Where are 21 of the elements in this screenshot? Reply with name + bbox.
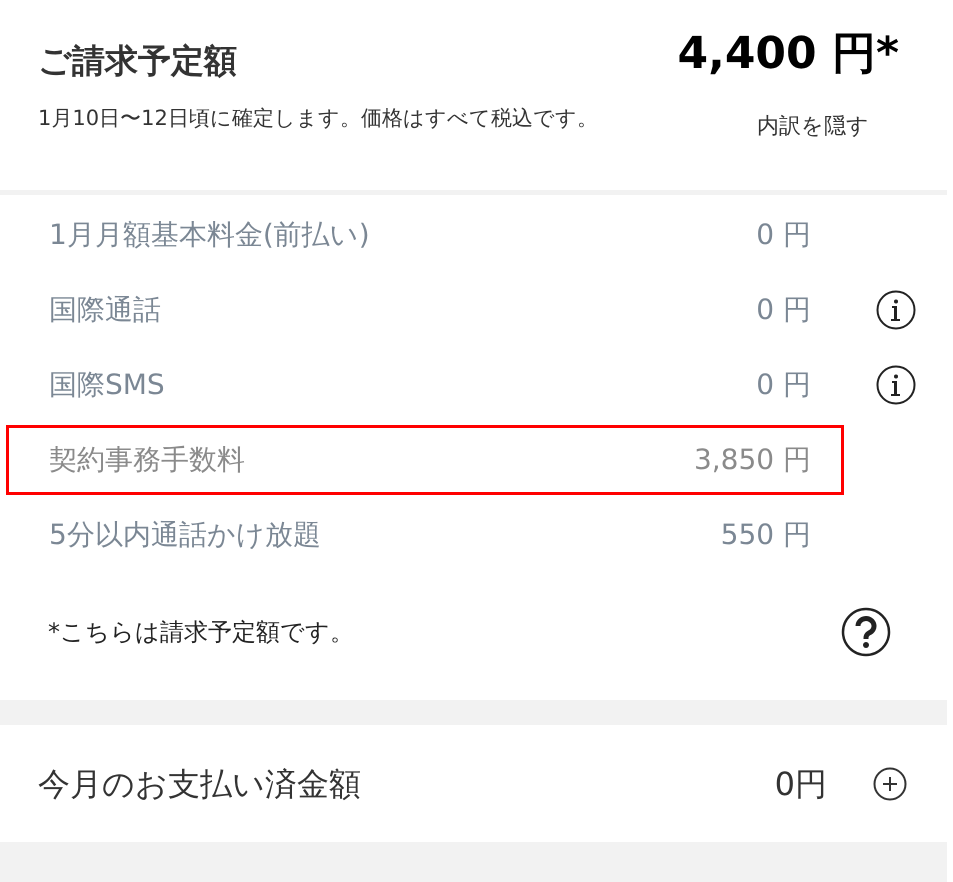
fee-label: 1月月額基本料金(前払い) [49,216,370,252]
fee-label: 国際SMS [49,366,165,402]
fee-label: 5分以内通話かけ放題 [49,516,321,552]
fee-amount: 550 円 [720,516,811,552]
paid-label: 今月のお支払い済金額 [38,764,362,804]
info-icon[interactable] [876,290,916,330]
fee-amount: 0 円 [756,216,811,252]
footnote: *こちらは請求予定額です。 [48,617,354,648]
fee-amount: 0 円 [756,366,811,402]
fee-label: 契約事務手数料 [49,442,245,478]
paid-amount: 0円 [774,764,827,804]
info-icon[interactable] [876,364,916,404]
fee-amount: 3,850 円 [694,442,811,478]
fee-amount: 0 円 [756,292,811,328]
help-icon[interactable] [841,607,891,657]
hide-breakdown-link[interactable]: 内訳を隠す [757,110,869,142]
summary-title: ご請求予定額 [38,40,237,82]
confirmation-note: 1月10日〜12日頃に確定します。価格はすべて税込です。 [38,105,598,132]
summary-amount: 4,400 円* [677,32,899,76]
expand-icon[interactable] [873,766,907,800]
fee-label: 国際通話 [49,292,161,328]
